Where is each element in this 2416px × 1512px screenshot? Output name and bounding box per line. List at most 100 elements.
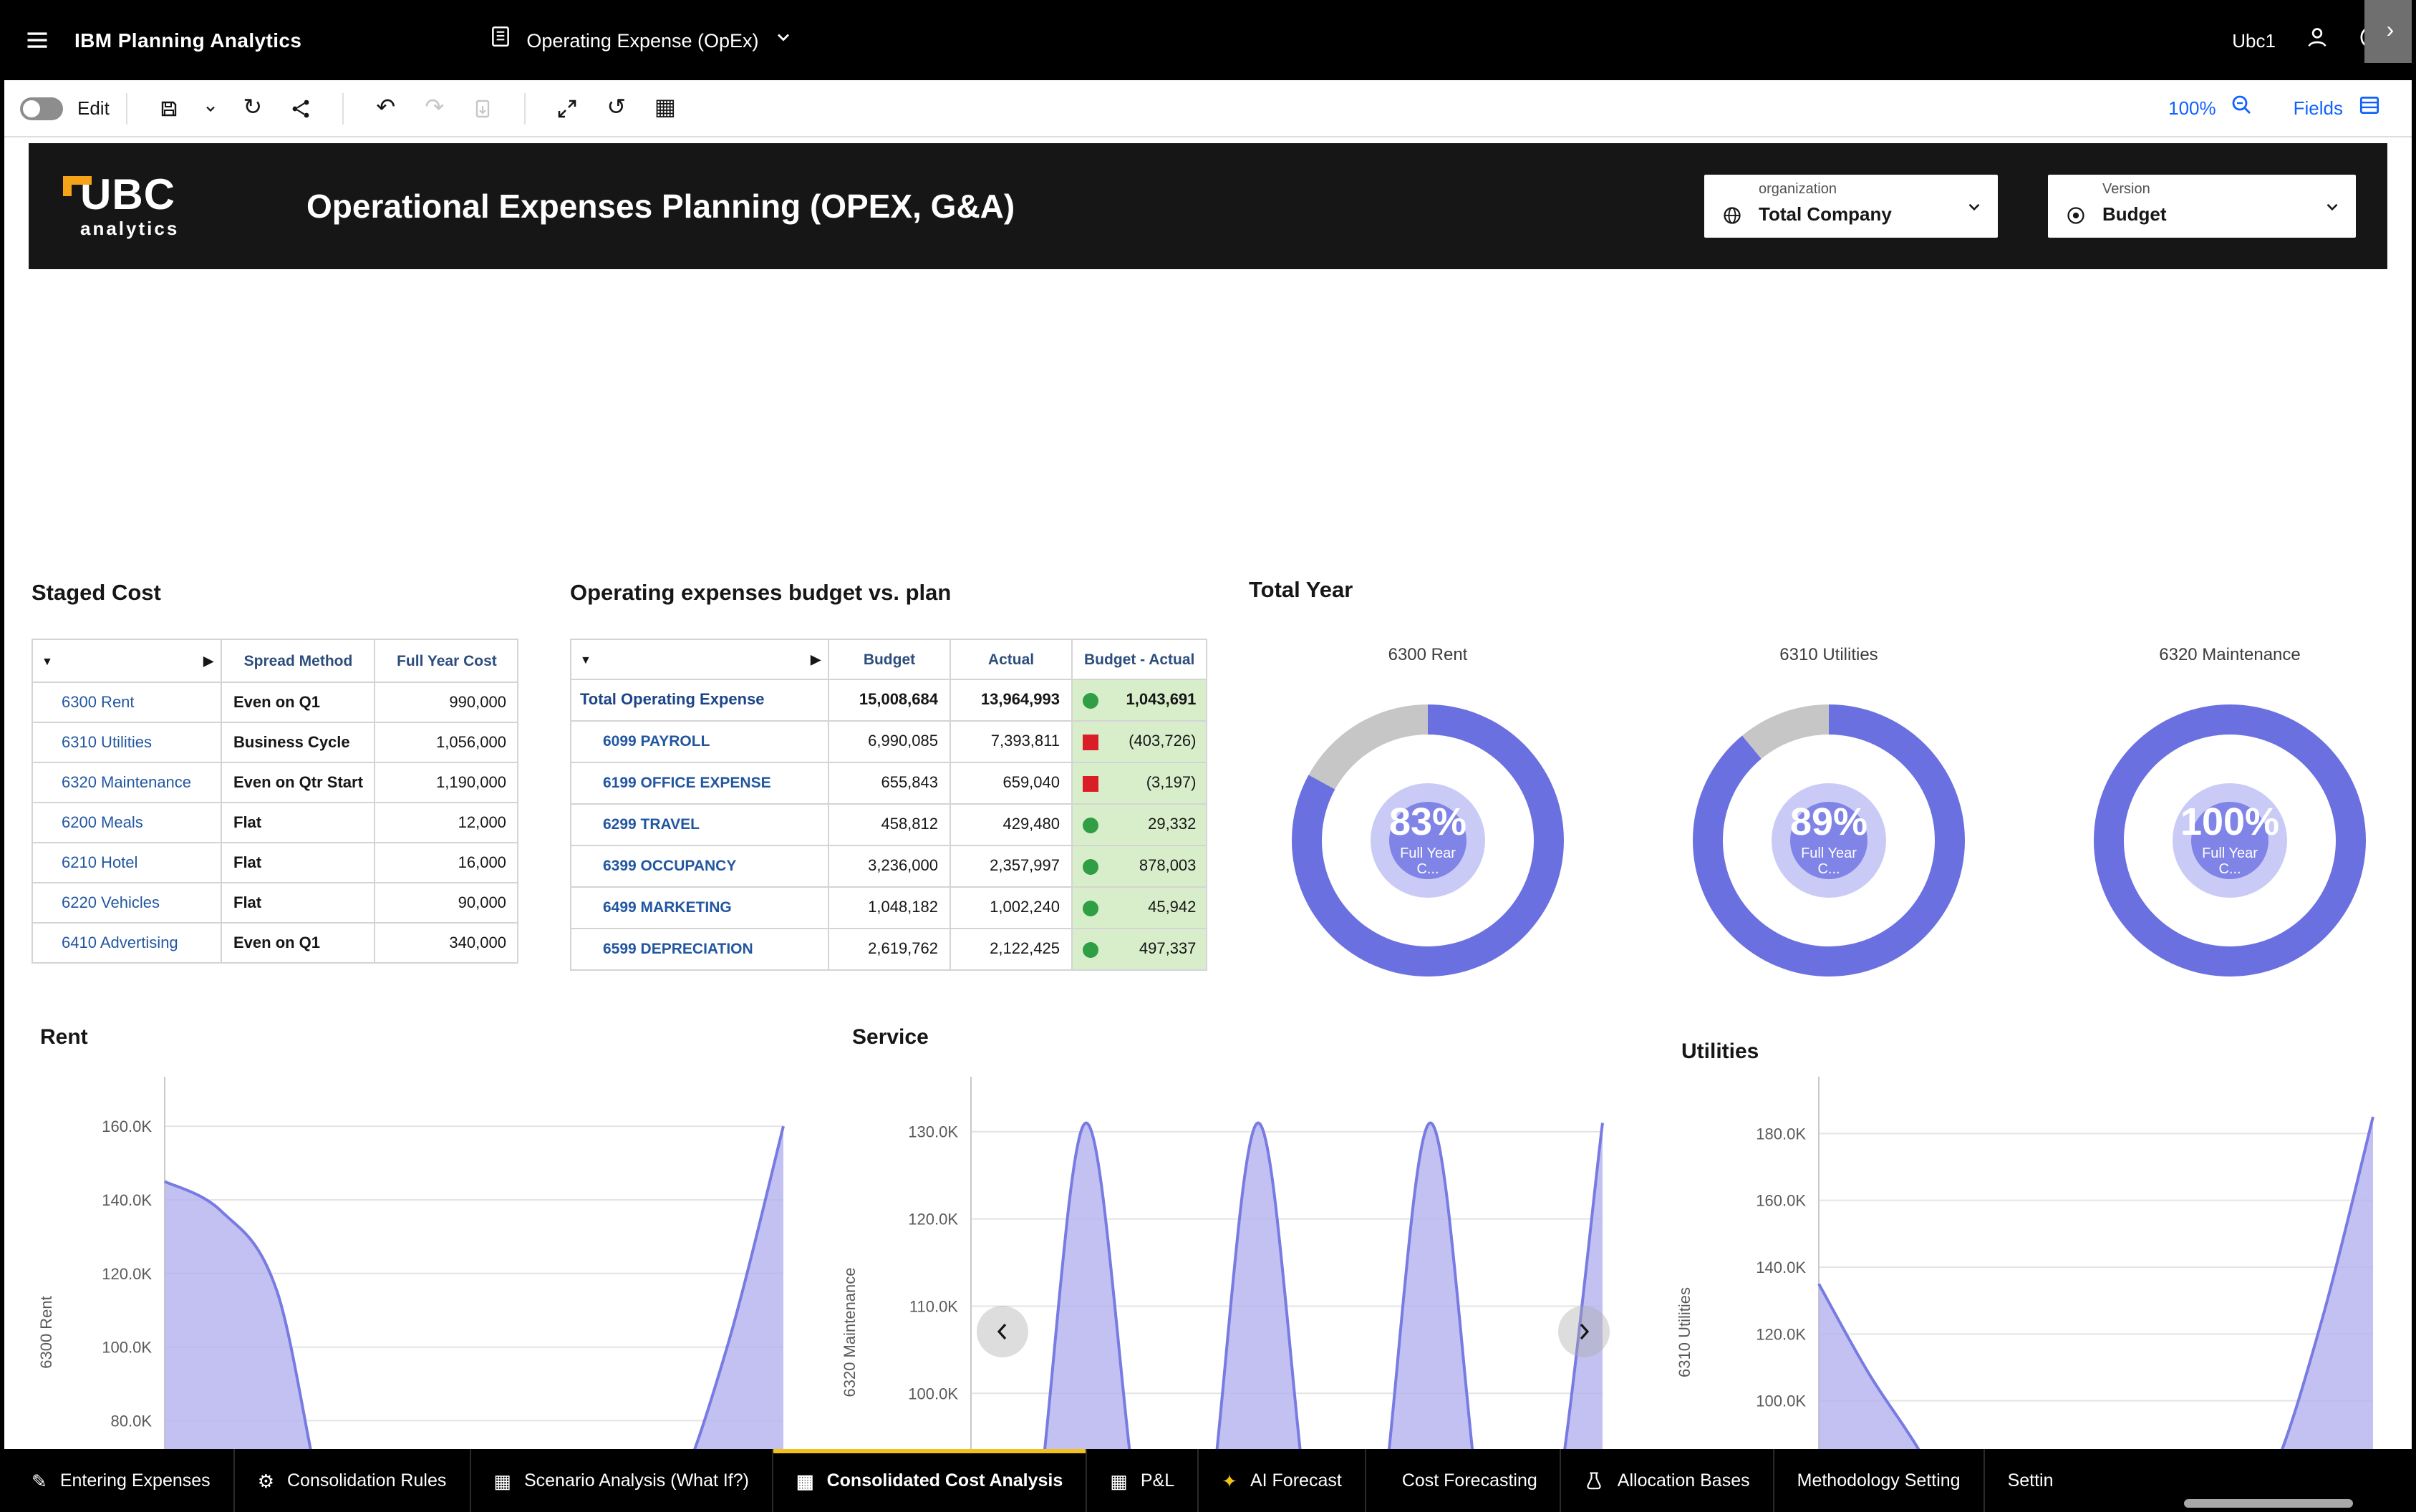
fields-icon[interactable] <box>2357 92 2382 124</box>
commit-data-button[interactable] <box>459 85 508 131</box>
tab-p-l[interactable]: ▦P&L <box>1086 1449 1197 1512</box>
account-link[interactable]: Total Operating Expense <box>571 679 828 721</box>
table-row[interactable]: 6099 PAYROLL6,990,0857,393,811(403,726) <box>571 721 1207 762</box>
tab-scroll-right-button[interactable]: › <box>2364 0 2416 63</box>
account-link[interactable]: 6200 Meals <box>32 803 221 843</box>
row-dimension-header[interactable]: ▼▶ <box>32 639 221 682</box>
variance-cell[interactable]: 45,942 <box>1072 887 1207 929</box>
variance-cell[interactable]: 878,003 <box>1072 845 1207 887</box>
carousel-prev-button[interactable] <box>977 1306 1028 1357</box>
table-row[interactable]: 6499 MARKETING1,048,1821,002,24045,942 <box>571 887 1207 929</box>
tab-entering-expenses[interactable]: ✎Entering Expenses <box>9 1449 233 1512</box>
expand-button[interactable] <box>543 85 592 131</box>
redo-button[interactable]: ↷ <box>410 85 459 131</box>
cost-cell[interactable]: 990,000 <box>375 682 518 722</box>
spread-method-cell[interactable]: Business Cycle <box>221 722 375 762</box>
variance-cell[interactable]: (3,197) <box>1072 762 1207 804</box>
variance-cell[interactable]: 1,043,691 <box>1072 679 1207 721</box>
variance-cell[interactable]: (403,726) <box>1072 721 1207 762</box>
version-dropdown[interactable]: Version Budget <box>2048 175 2356 238</box>
cost-cell[interactable]: 12,000 <box>375 803 518 843</box>
account-link[interactable]: 6399 OCCUPANCY <box>571 845 828 887</box>
save-options-chevron-icon[interactable] <box>194 85 228 131</box>
budget-cell[interactable]: 15,008,684 <box>828 679 950 721</box>
cost-cell[interactable]: 90,000 <box>375 883 518 923</box>
table-row[interactable]: 6310 UtilitiesBusiness Cycle1,056,000 <box>32 722 518 762</box>
table-row[interactable]: 6599 DEPRECIATION2,619,7622,122,425497,3… <box>571 929 1207 970</box>
variance-cell[interactable]: 29,332 <box>1072 804 1207 845</box>
spread-method-cell[interactable]: Flat <box>221 803 375 843</box>
account-link[interactable]: 6310 Utilities <box>32 722 221 762</box>
filter-dropdown-icon[interactable]: ▼ <box>580 653 591 666</box>
tab-consolidated-cost-analysis[interactable]: ▦Consolidated Cost Analysis <box>772 1449 1086 1512</box>
column-header[interactable]: Budget <box>828 639 950 679</box>
account-link[interactable]: 6299 TRAVEL <box>571 804 828 845</box>
zoom-level[interactable]: 100% <box>2168 97 2216 119</box>
grid-view-button[interactable]: ▦ <box>641 85 690 131</box>
table-row[interactable]: 6410 AdvertisingEven on Q1340,000 <box>32 923 518 963</box>
organization-dropdown[interactable]: organization Total Company <box>1704 175 1998 238</box>
account-link[interactable]: 6220 Vehicles <box>32 883 221 923</box>
expand-header-icon[interactable]: ▶ <box>203 653 213 669</box>
table-row[interactable]: 6210 HotelFlat16,000 <box>32 843 518 883</box>
tab-scrollbar[interactable] <box>2184 1499 2353 1508</box>
account-link[interactable]: 6499 MARKETING <box>571 887 828 929</box>
spread-method-cell[interactable]: Even on Q1 <box>221 923 375 963</box>
actual-cell[interactable]: 7,393,811 <box>950 721 1072 762</box>
share-button[interactable] <box>277 85 326 131</box>
table-row[interactable]: 6299 TRAVEL458,812429,48029,332 <box>571 804 1207 845</box>
tab-allocation-bases[interactable]: Allocation Bases <box>1560 1449 1773 1512</box>
cost-cell[interactable]: 1,190,000 <box>375 762 518 803</box>
expand-header-icon[interactable]: ▶ <box>811 651 821 667</box>
tab-ai-forecast[interactable]: ✦AI Forecast <box>1197 1449 1365 1512</box>
reset-button[interactable]: ↺ <box>592 85 641 131</box>
spread-method-cell[interactable]: Flat <box>221 883 375 923</box>
tab-scenario-analysis-what-if[interactable]: ▦Scenario Analysis (What If?) <box>469 1449 772 1512</box>
undo-button[interactable]: ↶ <box>362 85 410 131</box>
budget-cell[interactable]: 458,812 <box>828 804 950 845</box>
variance-cell[interactable]: 497,337 <box>1072 929 1207 970</box>
budget-cell[interactable]: 1,048,182 <box>828 887 950 929</box>
zoom-icon[interactable] <box>2231 93 2253 123</box>
workbook-switcher[interactable]: Operating Expense (OpEx) <box>488 24 793 56</box>
carousel-next-button[interactable] <box>1558 1306 1610 1357</box>
filter-dropdown-icon[interactable]: ▼ <box>42 654 53 667</box>
column-header[interactable]: Budget - Actual <box>1072 639 1207 679</box>
account-link[interactable]: 6300 Rent <box>32 682 221 722</box>
cost-cell[interactable]: 340,000 <box>375 923 518 963</box>
spread-method-cell[interactable]: Even on Q1 <box>221 682 375 722</box>
row-dimension-header[interactable]: ▼▶ <box>571 639 828 679</box>
account-link[interactable]: 6099 PAYROLL <box>571 721 828 762</box>
spread-method-cell[interactable]: Even on Qtr Start <box>221 762 375 803</box>
cost-cell[interactable]: 1,056,000 <box>375 722 518 762</box>
edit-toggle[interactable] <box>20 97 63 120</box>
column-header[interactable]: Spread Method <box>221 639 375 682</box>
account-link[interactable]: 6320 Maintenance <box>32 762 221 803</box>
budget-cell[interactable]: 3,236,000 <box>828 845 950 887</box>
tab-methodology-setting[interactable]: Methodology Setting <box>1773 1449 1983 1512</box>
actual-cell[interactable]: 2,122,425 <box>950 929 1072 970</box>
actual-cell[interactable]: 2,357,997 <box>950 845 1072 887</box>
budget-cell[interactable]: 2,619,762 <box>828 929 950 970</box>
table-row[interactable]: 6300 RentEven on Q1990,000 <box>32 682 518 722</box>
table-row[interactable]: 6399 OCCUPANCY3,236,0002,357,997878,003 <box>571 845 1207 887</box>
actual-cell[interactable]: 429,480 <box>950 804 1072 845</box>
tab-cost-forecasting[interactable]: Cost Forecasting <box>1365 1449 1560 1512</box>
actual-cell[interactable]: 1,002,240 <box>950 887 1072 929</box>
budget-cell[interactable]: 6,990,085 <box>828 721 950 762</box>
cost-cell[interactable]: 16,000 <box>375 843 518 883</box>
column-header[interactable]: Actual <box>950 639 1072 679</box>
refresh-button[interactable]: ↻ <box>228 85 277 131</box>
table-row[interactable]: Total Operating Expense15,008,68413,964,… <box>571 679 1207 721</box>
spread-method-cell[interactable]: Flat <box>221 843 375 883</box>
account-link[interactable]: 6410 Advertising <box>32 923 221 963</box>
user-icon[interactable] <box>2304 24 2330 57</box>
table-row[interactable]: 6220 VehiclesFlat90,000 <box>32 883 518 923</box>
table-row[interactable]: 6320 MaintenanceEven on Qtr Start1,190,0… <box>32 762 518 803</box>
tab-settin[interactable]: Settin <box>1983 1449 2077 1512</box>
column-header[interactable]: Full Year Cost <box>375 639 518 682</box>
actual-cell[interactable]: 13,964,993 <box>950 679 1072 721</box>
tab-consolidation-rules[interactable]: ⚙Consolidation Rules <box>233 1449 470 1512</box>
account-link[interactable]: 6599 DEPRECIATION <box>571 929 828 970</box>
table-row[interactable]: 6199 OFFICE EXPENSE655,843659,040(3,197) <box>571 762 1207 804</box>
